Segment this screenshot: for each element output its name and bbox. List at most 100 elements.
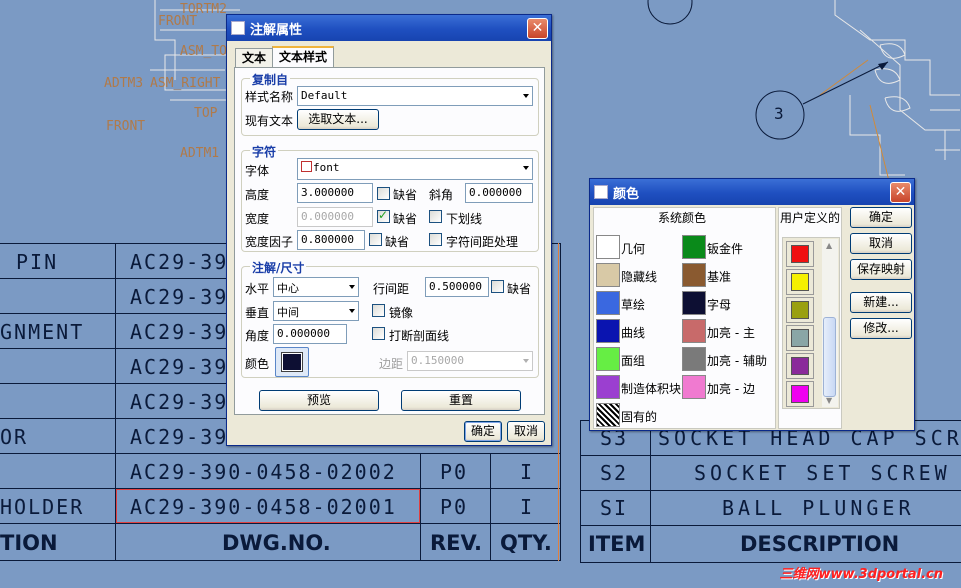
kerning-checkbox[interactable] — [429, 233, 442, 246]
user-color-swatch[interactable] — [786, 353, 814, 379]
bom-header-description: DESCRIPTION — [740, 532, 900, 556]
system-color-swatch[interactable] — [596, 235, 620, 259]
datum-label: FRONT — [106, 119, 146, 134]
user-color-swatch[interactable] — [786, 325, 814, 351]
cancel-button[interactable]: 取消 — [507, 421, 545, 442]
user-color-chip — [791, 273, 809, 291]
thickness-default-checkbox[interactable] — [377, 208, 390, 223]
line-spacing-input[interactable]: 0.500000 — [425, 277, 489, 297]
group-title: 复制自 — [250, 71, 291, 88]
bom-dwg-cell: AC29-39 — [130, 425, 229, 449]
break-hatch-label: 打断剖面线 — [389, 329, 450, 343]
system-color-swatch[interactable] — [682, 291, 706, 315]
system-color-swatch[interactable] — [682, 235, 706, 259]
slant-input[interactable]: 0.000000 — [465, 183, 533, 203]
bom-dwg-cell: AC29-39 — [130, 355, 229, 379]
user-color-swatch[interactable] — [786, 297, 814, 323]
existing-text-label: 现有文本 — [245, 114, 294, 128]
width-factor-input[interactable]: 0.800000 — [297, 230, 365, 250]
horizontal-combo[interactable]: 中心 — [273, 277, 359, 297]
font-combo[interactable]: font — [297, 158, 533, 180]
default-label: 缺省 — [507, 282, 532, 296]
underline-checkbox[interactable] — [429, 210, 442, 223]
close-icon: ✕ — [894, 184, 907, 200]
dialog-titlebar[interactable]: 颜色 — [590, 179, 914, 205]
ok-button[interactable]: 确定 — [464, 421, 502, 442]
break-hatch-checkbox[interactable] — [372, 327, 385, 340]
system-color-swatch[interactable] — [596, 263, 620, 287]
system-color-swatch[interactable] — [596, 347, 620, 371]
font-icon — [301, 161, 312, 172]
line-spacing-default-checkbox[interactable] — [491, 280, 504, 293]
tab-text[interactable]: 文本 — [235, 48, 274, 68]
modify-color-button[interactable]: 修改... — [850, 318, 912, 339]
user-color-swatch[interactable] — [786, 241, 814, 267]
user-color-swatch[interactable] — [786, 269, 814, 295]
scroll-up-icon[interactable]: ▲ — [826, 241, 832, 250]
chevron-down-icon — [349, 309, 355, 313]
new-color-button[interactable]: 新建... — [850, 292, 912, 313]
system-color-label: 加亮 - 边 — [707, 382, 755, 396]
color-cancel-button[interactable]: 取消 — [850, 233, 912, 254]
color-swatch — [281, 352, 303, 372]
note-properties-dialog: 注解属性 ✕ 文本 文本样式 复制自 样式名称 Default 现有文本 选取文… — [226, 14, 552, 446]
margin-label: 边距 — [379, 357, 404, 371]
user-color-chip — [791, 357, 809, 375]
style-name-label: 样式名称 — [245, 90, 294, 104]
save-map-button[interactable]: 保存映射 — [850, 259, 912, 280]
underline-label: 下划线 — [446, 212, 483, 226]
system-color-label: 草绘 — [621, 298, 646, 312]
vertical-combo[interactable]: 中间 — [273, 301, 359, 321]
height-input[interactable]: 3.000000 — [297, 183, 373, 203]
user-color-swatch[interactable] — [786, 381, 814, 407]
close-button[interactable]: ✕ — [527, 18, 548, 39]
bom-border — [650, 420, 651, 563]
height-default-checkbox[interactable] — [377, 187, 390, 200]
user-colors-scrollbar[interactable]: ▲ ▼ — [822, 239, 838, 407]
color-button[interactable] — [275, 347, 309, 377]
thickness-input: 0.000000 — [297, 207, 373, 227]
scroll-down-icon[interactable]: ▼ — [826, 396, 832, 405]
system-color-swatch[interactable] — [682, 263, 706, 287]
bom-header-dwg-no: DWG.NO. — [222, 531, 331, 555]
system-color-label: 钣金件 — [707, 242, 744, 256]
user-color-chip — [791, 385, 809, 403]
bom-header-item: ITEM — [588, 532, 646, 556]
angle-input[interactable]: 0.000000 — [273, 324, 347, 344]
system-color-swatch[interactable] — [596, 291, 620, 315]
close-button[interactable]: ✕ — [890, 182, 911, 203]
height-label: 高度 — [245, 188, 270, 202]
select-text-button[interactable]: 选取文本... — [297, 109, 379, 130]
horizontal-label: 水平 — [245, 282, 270, 296]
preview-button[interactable]: 预览 — [259, 390, 379, 411]
bom-dwg-cell: AC29-390-0458-02001 — [130, 495, 397, 519]
kerning-label: 字符间距处理 — [446, 235, 519, 249]
group-title: 字符 — [250, 143, 279, 160]
system-color-label: 加亮 - 主 — [707, 326, 755, 340]
color-ok-button[interactable]: 确定 — [850, 207, 912, 228]
bom-border — [490, 453, 491, 561]
datum-label: ADTM3 — [104, 76, 144, 91]
bom-dwg-cell: AC29-39 — [130, 390, 229, 414]
style-name-combo[interactable]: Default — [297, 86, 533, 106]
system-color-swatch[interactable] — [682, 319, 706, 343]
mirror-checkbox[interactable] — [372, 304, 385, 317]
dialog-titlebar[interactable]: 注解属性 — [227, 15, 551, 41]
slant-label: 斜角 — [429, 188, 454, 202]
watermark: 三维网www.3dportal.cn — [779, 567, 943, 582]
system-color-swatch[interactable] — [596, 403, 620, 427]
chevron-down-icon — [349, 285, 355, 289]
window-icon — [231, 21, 245, 35]
bom-border — [0, 560, 560, 561]
system-color-swatch[interactable] — [682, 347, 706, 371]
width-factor-default-checkbox[interactable] — [369, 233, 382, 246]
bom-qty-cell: I — [520, 460, 535, 484]
system-color-swatch[interactable] — [596, 375, 620, 399]
chevron-down-icon — [523, 94, 529, 98]
reset-button[interactable]: 重置 — [401, 390, 521, 411]
scroll-thumb[interactable] — [823, 317, 836, 397]
system-color-swatch[interactable] — [596, 319, 620, 343]
system-color-swatch[interactable] — [682, 375, 706, 399]
bom-description-cell: OR — [0, 425, 29, 449]
tab-text-style[interactable]: 文本样式 — [272, 46, 335, 68]
